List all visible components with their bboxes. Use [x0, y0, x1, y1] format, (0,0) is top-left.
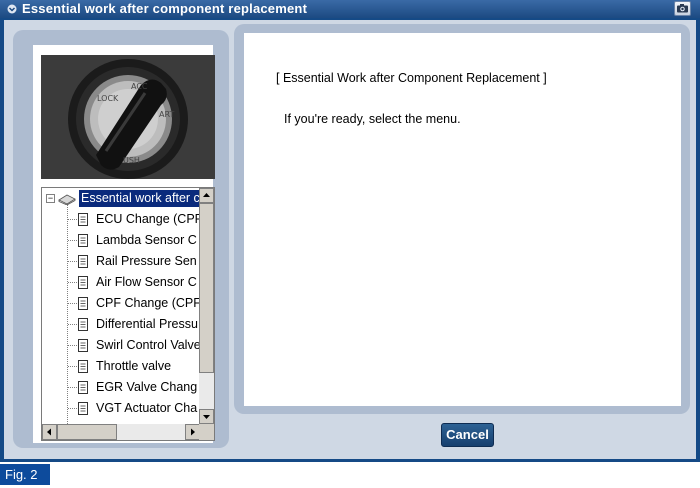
tree-item[interactable]: Differential Pressu: [42, 314, 200, 335]
content-heading: [ Essential Work after Component Replace…: [276, 71, 547, 85]
tree-connector: [68, 408, 77, 409]
arrow-left-icon: [47, 428, 51, 436]
tree-item[interactable]: EGR Valve Chang: [42, 377, 200, 398]
right-panel: [ Essential Work after Component Replace…: [234, 24, 690, 414]
tree-item[interactable]: Rail Pressure Sen: [42, 251, 200, 272]
tree-connector: [68, 240, 77, 241]
scroll-down-button[interactable]: [199, 409, 214, 424]
horizontal-scroll-thumb[interactable]: [57, 424, 117, 440]
arrow-down-icon: [203, 415, 210, 419]
tree-item[interactable]: Swirl Control Valve: [42, 335, 200, 356]
collapse-icon[interactable]: −: [46, 194, 55, 203]
camera-icon[interactable]: [674, 1, 691, 16]
tree-item-label: EGR Valve Chang: [96, 380, 198, 394]
scroll-left-button[interactable]: [42, 424, 57, 440]
tree-item-label: Throttle valve: [96, 359, 172, 373]
document-icon: [78, 234, 88, 247]
component-tree: − Essential work after c ECU Change (CPF: [41, 187, 215, 441]
vertical-scrollbar[interactable]: [199, 188, 214, 424]
svg-text:LOCK: LOCK: [97, 94, 119, 103]
document-icon: [78, 339, 88, 352]
svg-text:USH: USH: [123, 156, 140, 165]
svg-text:ART: ART: [159, 110, 174, 119]
arrow-up-icon: [203, 193, 210, 197]
svg-text:ACC: ACC: [131, 82, 148, 91]
tree-item[interactable]: CPF Change (CPF: [42, 293, 200, 314]
cancel-button[interactable]: Cancel: [441, 423, 494, 447]
document-icon: [78, 318, 88, 331]
scroll-up-button[interactable]: [199, 188, 214, 203]
tree-item[interactable]: ECU Change (CPF: [42, 209, 200, 230]
tree-item-label: VGT Actuator Cha: [96, 401, 198, 415]
tree-root-label: Essential work after c: [79, 190, 200, 207]
tree-root-item[interactable]: − Essential work after c: [42, 188, 200, 209]
tree-item[interactable]: Air Flow Sensor C: [42, 272, 200, 293]
tree-item-label: Air Flow Sensor C: [96, 275, 197, 289]
app-icon: [7, 4, 17, 14]
tree-rows: − Essential work after c ECU Change (CPF: [42, 188, 200, 424]
tree-connector: [68, 219, 77, 220]
ignition-key-photo: LOCK ACC ART USH: [41, 55, 215, 179]
client-area: LOCK ACC ART USH − Essential work after …: [4, 20, 696, 459]
document-icon: [78, 276, 88, 289]
dialog-window: Essential work after component replaceme…: [0, 0, 700, 462]
tree-connector: [68, 324, 77, 325]
instruction-message: If you're ready, select the menu.: [284, 112, 461, 126]
left-panel: LOCK ACC ART USH − Essential work after …: [13, 30, 229, 448]
tree-item-label: ECU Change (CPF: [96, 212, 200, 226]
document-icon: [78, 255, 88, 268]
tree-item-label: CPF Change (CPF: [96, 296, 200, 310]
tree-item[interactable]: VGT Actuator Cha: [42, 398, 200, 419]
camera-glyph: [677, 4, 688, 13]
tree-item-label: Swirl Control Valve: [96, 338, 200, 352]
title-bar: Essential work after component replaceme…: [0, 0, 700, 18]
tree-connector: [68, 303, 77, 304]
document-icon: [78, 402, 88, 415]
book-icon: [58, 194, 76, 205]
content-area: [ Essential Work after Component Replace…: [244, 33, 681, 406]
vertical-scroll-thumb[interactable]: [199, 203, 214, 373]
tree-item[interactable]: Throttle valve: [42, 356, 200, 377]
tree-connector: [68, 387, 77, 388]
document-icon: [78, 213, 88, 226]
tree-connector: [68, 366, 77, 367]
tree-item-label: Differential Pressu: [96, 317, 198, 331]
tree-connector: [68, 261, 77, 262]
document-icon: [78, 297, 88, 310]
tree-item-label: Rail Pressure Sen: [96, 254, 197, 268]
window-title: Essential work after component replaceme…: [22, 1, 308, 16]
horizontal-scrollbar[interactable]: [42, 424, 200, 440]
tree-item-label: Lambda Sensor C: [96, 233, 197, 247]
tree-item[interactable]: Lambda Sensor C: [42, 230, 200, 251]
tree-connector: [68, 282, 77, 283]
document-icon: [78, 360, 88, 373]
arrow-right-icon: [191, 428, 195, 436]
tree-connector: [68, 345, 77, 346]
document-icon: [78, 381, 88, 394]
scroll-right-button[interactable]: [185, 424, 200, 440]
scrollbar-corner: [199, 424, 214, 440]
left-inner: LOCK ACC ART USH − Essential work after …: [33, 45, 215, 443]
figure-label: Fig. 2: [0, 464, 50, 485]
